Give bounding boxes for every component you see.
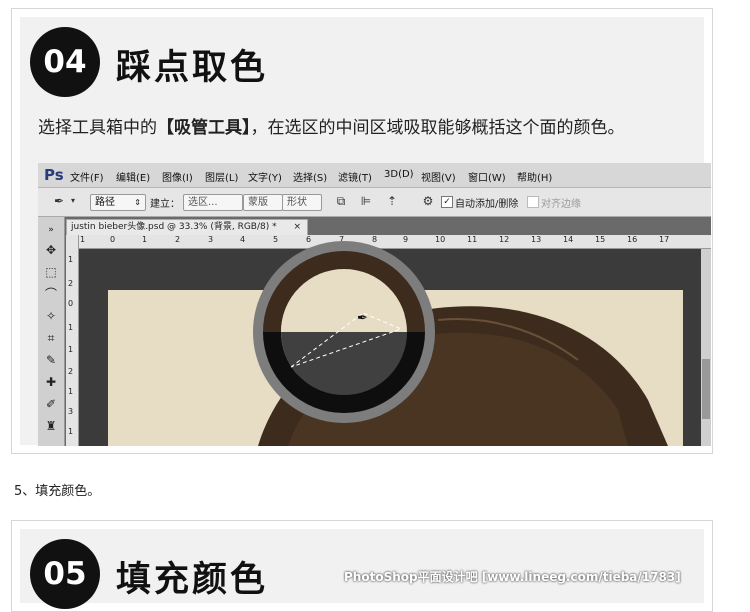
ps-logo: Ps bbox=[44, 166, 64, 184]
menu-view[interactable]: 视图(V) bbox=[421, 169, 456, 184]
step-04-panel: 04 踩点取色 选择工具箱中的【吸管工具】，在选区的中间区域吸取能够概括这个面的… bbox=[20, 17, 711, 446]
make-selection-button[interactable]: 选区... bbox=[183, 194, 243, 211]
ruler-h-label: 1 bbox=[142, 235, 148, 244]
auto-add-delete-checkbox[interactable]: ✓ bbox=[441, 196, 453, 208]
path-arrangement-icon[interactable]: ⇡ bbox=[385, 194, 399, 208]
marquee-tool-icon[interactable]: ⬚ bbox=[43, 264, 59, 280]
path-alignment-icon[interactable]: ⊫ bbox=[359, 194, 373, 208]
step-title: 填充颜色 bbox=[116, 560, 269, 600]
select-arrow-icon: ⇕ bbox=[134, 198, 141, 207]
move-tool-icon[interactable]: ✥ bbox=[43, 242, 59, 258]
make-shape-button[interactable]: 形状 bbox=[282, 194, 322, 211]
crop-tool-icon[interactable]: ⌗ bbox=[43, 330, 59, 346]
path-mode-select[interactable]: 路径 ⇕ bbox=[90, 194, 146, 211]
desc-text-1: 选择工具箱中的 bbox=[38, 118, 157, 138]
ruler-h-label: 1 bbox=[80, 235, 86, 244]
settings-gear-icon[interactable]: ⚙ bbox=[421, 194, 435, 208]
document-tab[interactable]: justin bieber头像.psd @ 33.3% (背景, RGB/8) … bbox=[66, 219, 308, 235]
menu-file[interactable]: 文件(F) bbox=[70, 169, 104, 184]
ruler-v-label: 1 bbox=[68, 427, 74, 436]
ruler-h-label: 17 bbox=[659, 235, 670, 244]
document-canvas[interactable]: ✒ bbox=[79, 241, 711, 446]
ruler-v-label: 1 bbox=[68, 323, 74, 332]
path-mode-value: 路径 bbox=[95, 197, 115, 208]
path-operations-icon[interactable]: ⧉ bbox=[334, 194, 348, 208]
scrollbar-thumb[interactable] bbox=[702, 359, 710, 419]
ruler-v-label: 1 bbox=[68, 255, 74, 264]
step-number-badge: 04 bbox=[30, 27, 100, 97]
step-description: 选择工具箱中的【吸管工具】，在选区的中间区域吸取能够概括这个面的颜色。 bbox=[38, 113, 625, 138]
menu-layer[interactable]: 图层(L) bbox=[205, 169, 238, 184]
step-05-card: 05 填充颜色 bbox=[11, 520, 713, 612]
ruler-v-label: 1 bbox=[68, 345, 74, 354]
ruler-h-label: 0 bbox=[110, 235, 116, 244]
ruler-h-label: 15 bbox=[595, 235, 606, 244]
ruler-h-label: 4 bbox=[240, 235, 246, 244]
desc-bold-tool: 【吸管工具】 bbox=[157, 118, 251, 138]
ruler-vertical: 1 2 0 1 1 2 1 3 1 bbox=[66, 235, 79, 446]
align-edges-checkbox[interactable] bbox=[527, 196, 539, 208]
make-mask-button[interactable]: 蒙版 bbox=[243, 194, 283, 211]
photoshop-screenshot: Ps 文件(F) 编辑(E) 图像(I) 图层(L) 文字(Y) 选择(S) 滤… bbox=[38, 163, 711, 446]
ruler-h-label: 14 bbox=[563, 235, 574, 244]
clone-stamp-tool-icon[interactable]: ♜ bbox=[43, 418, 59, 434]
menu-filter[interactable]: 滤镜(T) bbox=[338, 169, 372, 184]
vertical-scrollbar[interactable] bbox=[701, 249, 711, 446]
ruler-v-label: 0 bbox=[68, 299, 74, 308]
ps-options-bar: ✒ ▾ 路径 ⇕ 建立： 选区... 蒙版 形状 ⧉ ⊫ ⇡ ⚙ ✓ 自动添加/… bbox=[38, 188, 711, 217]
ruler-h-label: 2 bbox=[175, 235, 181, 244]
color-sampler-ring bbox=[253, 241, 435, 423]
ps-tools-panel: » ✥ ⬚ ⌒ ✧ ⌗ ✎ ✚ ✐ ♜ bbox=[38, 217, 65, 446]
auto-add-delete-label: 自动添加/删除 bbox=[455, 199, 519, 210]
lasso-tool-icon[interactable]: ⌒ bbox=[43, 286, 59, 302]
close-tab-icon[interactable]: × bbox=[293, 220, 301, 235]
menu-window[interactable]: 窗口(W) bbox=[468, 169, 506, 184]
ruler-h-label: 16 bbox=[627, 235, 638, 244]
magic-wand-tool-icon[interactable]: ✧ bbox=[43, 308, 59, 324]
step-title: 踩点取色 bbox=[116, 48, 269, 88]
menu-type[interactable]: 文字(Y) bbox=[248, 169, 282, 184]
brush-tool-icon[interactable]: ✐ bbox=[43, 396, 59, 412]
eyedropper-tool-icon[interactable]: ✎ bbox=[43, 352, 59, 368]
ruler-h-label: 11 bbox=[467, 235, 478, 244]
ruler-v-label: 1 bbox=[68, 387, 74, 396]
pen-tool-icon[interactable]: ✒ bbox=[52, 194, 66, 208]
desc-text-2: ，在选区的中间区域吸取能够概括这个面的颜色。 bbox=[250, 118, 625, 138]
ruler-h-label: 3 bbox=[208, 235, 214, 244]
ruler-h-label: 12 bbox=[499, 235, 510, 244]
eyedropper-cursor-icon: ✒ bbox=[357, 311, 368, 326]
panel-collapse-icon[interactable]: » bbox=[43, 222, 59, 238]
ruler-v-label: 3 bbox=[68, 407, 74, 416]
step-note: 5、填充颜色。 bbox=[14, 484, 101, 499]
ps-menubar: Ps 文件(F) 编辑(E) 图像(I) 图层(L) 文字(Y) 选择(S) 滤… bbox=[38, 163, 711, 188]
align-edges-label: 对齐边缘 bbox=[541, 199, 581, 210]
document-tab-title: justin bieber头像.psd @ 33.3% (背景, RGB/8) … bbox=[71, 222, 277, 232]
watermark: PhotoShop平面设计吧 [www.lineeg.com/tieba/178… bbox=[344, 570, 681, 584]
menu-3d[interactable]: 3D(D) bbox=[384, 169, 414, 180]
ruler-h-label: 13 bbox=[531, 235, 542, 244]
healing-brush-tool-icon[interactable]: ✚ bbox=[43, 374, 59, 390]
step-number-badge: 05 bbox=[30, 539, 100, 609]
create-label: 建立： bbox=[150, 199, 180, 210]
ruler-v-label: 2 bbox=[68, 367, 74, 376]
menu-image[interactable]: 图像(I) bbox=[162, 169, 193, 184]
menu-select[interactable]: 选择(S) bbox=[293, 169, 327, 184]
menu-help[interactable]: 帮助(H) bbox=[517, 169, 552, 184]
menu-edit[interactable]: 编辑(E) bbox=[116, 169, 150, 184]
step-04-card: 04 踩点取色 选择工具箱中的【吸管工具】，在选区的中间区域吸取能够概括这个面的… bbox=[11, 8, 713, 454]
tool-preset-dropdown-icon[interactable]: ▾ bbox=[66, 194, 80, 208]
ruler-v-label: 2 bbox=[68, 279, 74, 288]
step-05-panel: 05 填充颜色 bbox=[20, 529, 704, 609]
